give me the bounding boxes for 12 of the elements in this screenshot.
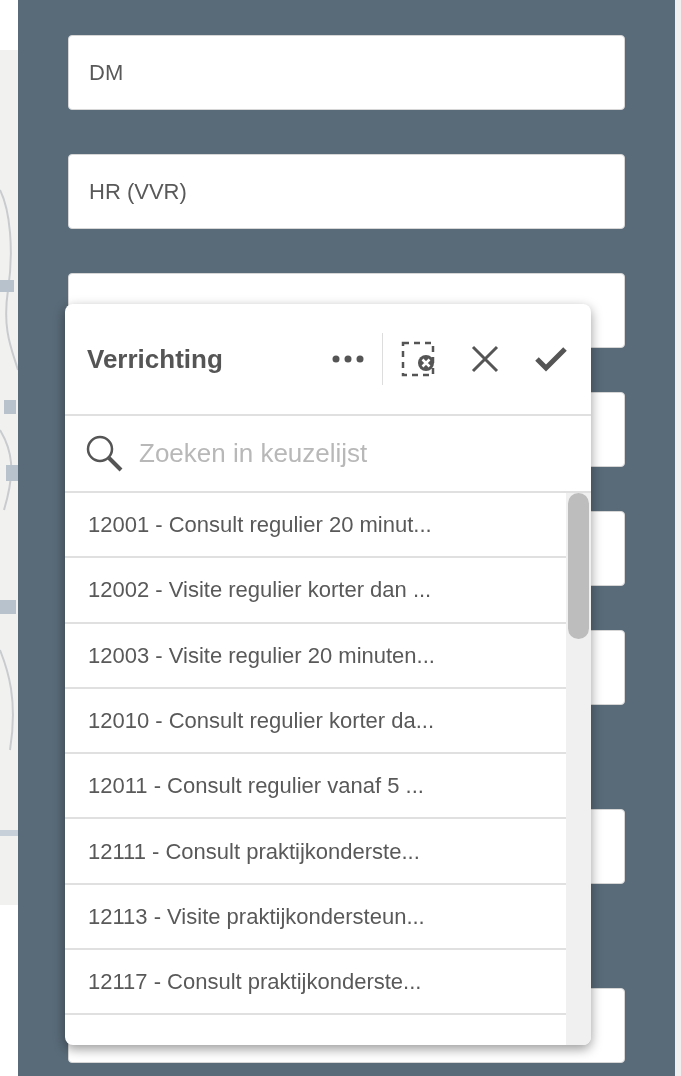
- scrollbar-thumb[interactable]: [568, 493, 589, 639]
- close-icon: [471, 345, 499, 373]
- field-value: HR (VVR): [89, 178, 187, 206]
- search-field[interactable]: Zoeken in keuzelijst: [139, 434, 591, 473]
- search-icon: [85, 433, 125, 474]
- check-icon: [535, 346, 567, 372]
- filter-field[interactable]: DM: [68, 35, 625, 110]
- more-icon: [332, 355, 364, 363]
- clear-selection-icon: [401, 341, 437, 377]
- filter-field[interactable]: HR (VVR): [68, 154, 625, 229]
- listbox-title: Verrichting: [87, 342, 224, 376]
- field-value: DM: [89, 59, 124, 87]
